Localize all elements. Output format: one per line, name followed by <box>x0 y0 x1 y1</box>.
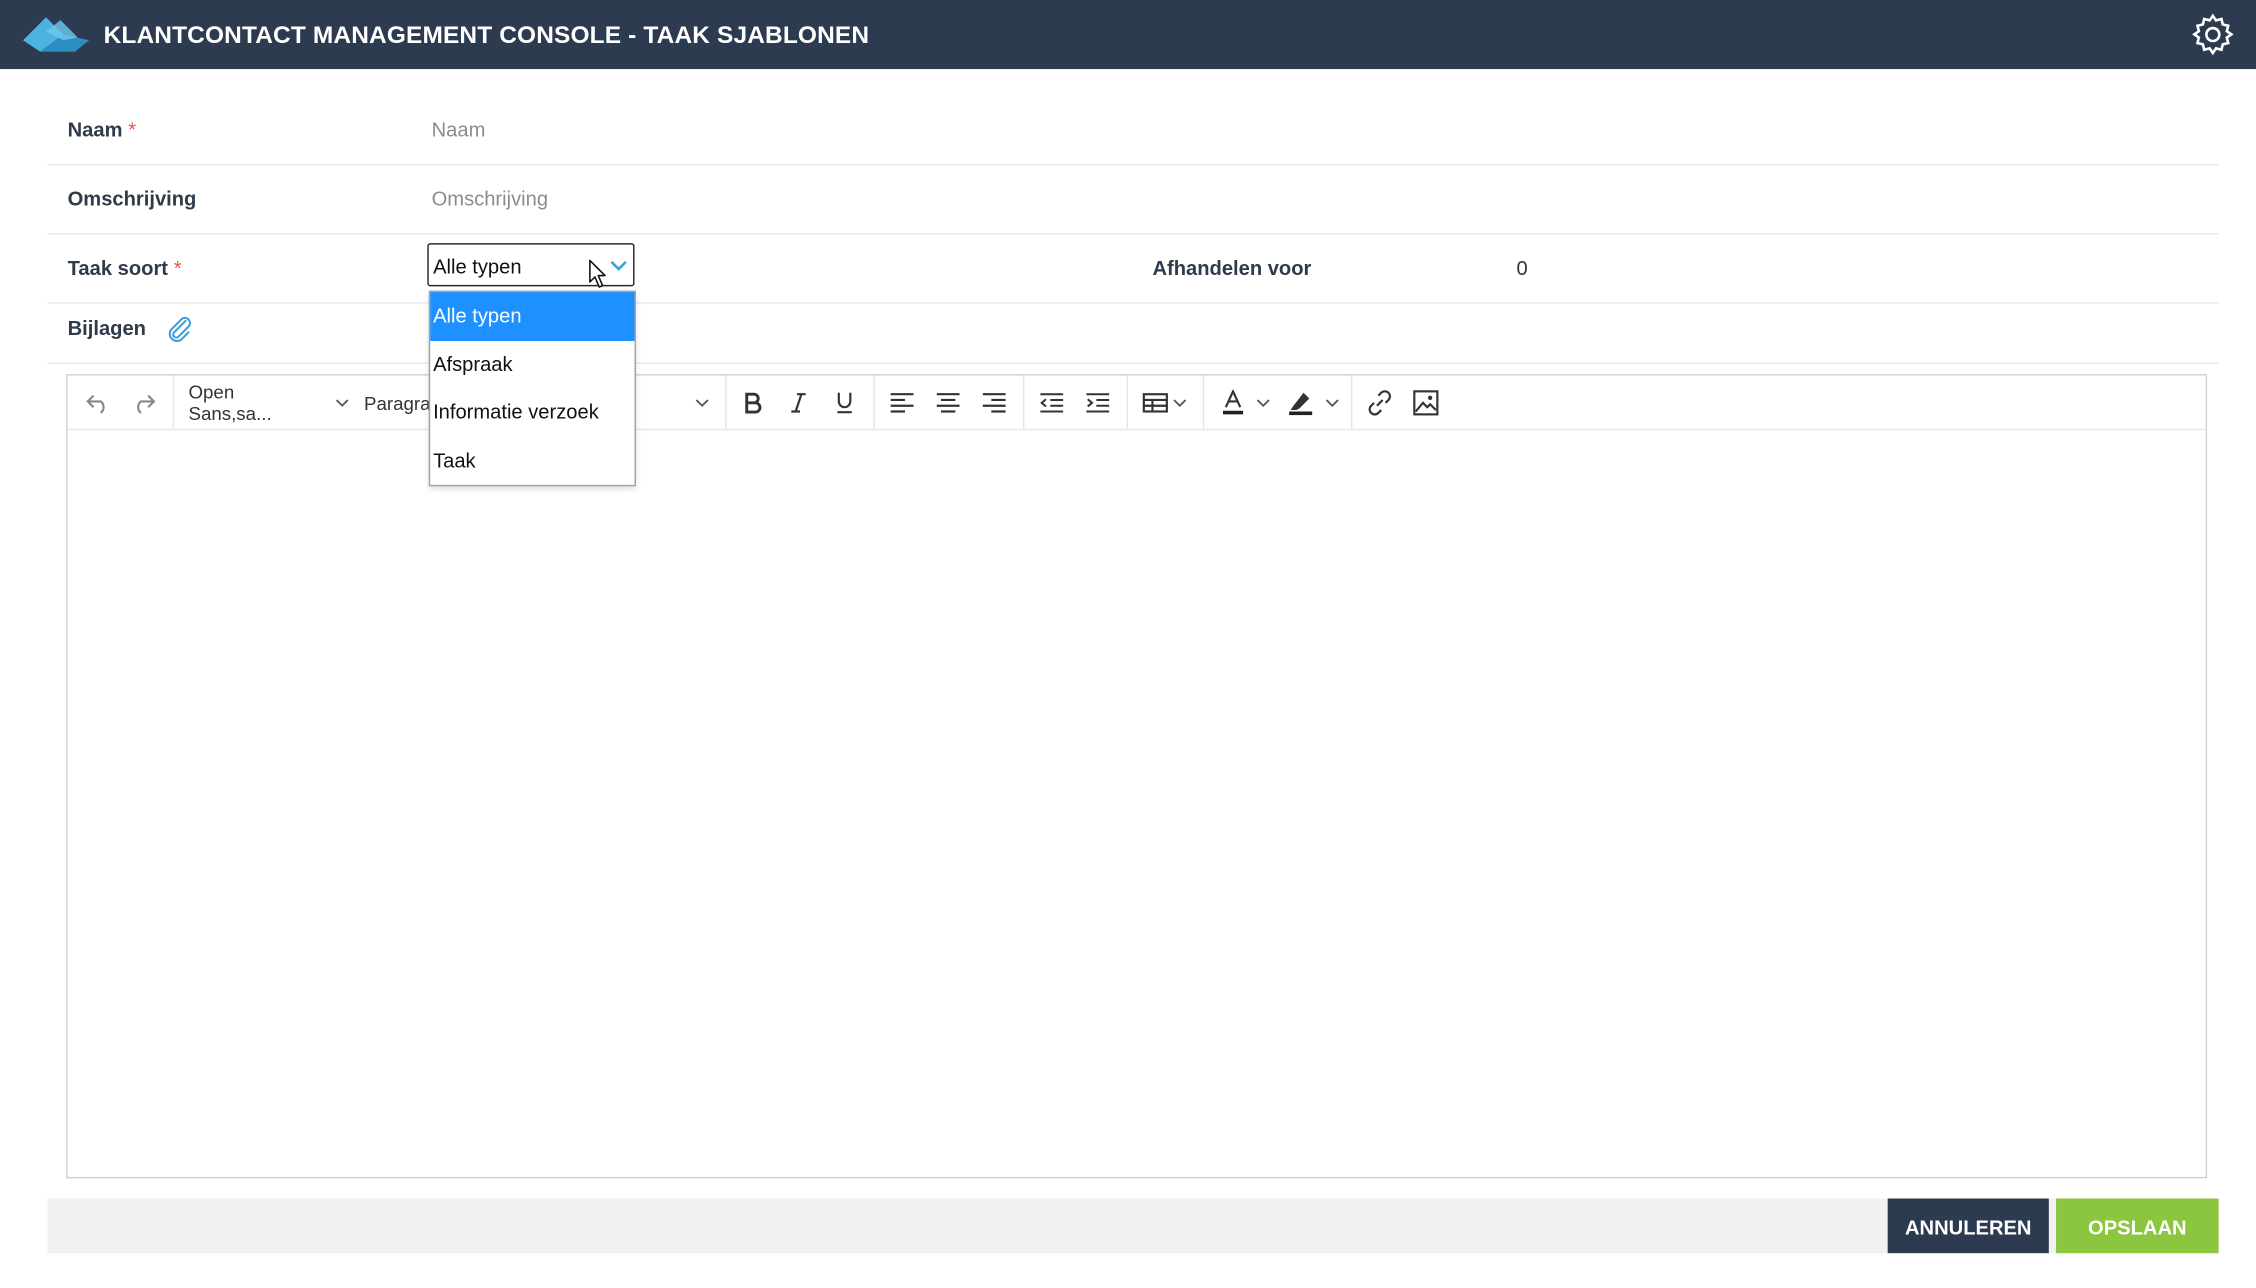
outdent-icon <box>1040 393 1064 413</box>
font-family-value: Open Sans,sa... <box>188 381 272 425</box>
indent-button[interactable] <box>1082 387 1114 419</box>
toolbar-separator <box>1351 375 1353 429</box>
chevron-down-icon <box>336 399 349 407</box>
bijlagen-row: Bijlagen <box>47 302 2219 365</box>
editor-toolbar: Open Sans,sa... Paragra <box>67 375 2206 431</box>
italic-button[interactable] <box>783 387 815 419</box>
text-color-button[interactable] <box>1217 387 1275 419</box>
undo-icon <box>86 394 105 414</box>
image-icon <box>1413 390 1439 416</box>
toolbar-separator <box>172 375 175 429</box>
highlight-icon <box>1289 392 1313 416</box>
outdent-button[interactable] <box>1036 387 1068 419</box>
rich-text-editor[interactable]: Open Sans,sa... Paragra <box>66 374 2208 1179</box>
table-icon <box>1142 393 1168 413</box>
bold-icon <box>745 392 762 414</box>
align-left-button[interactable] <box>886 387 918 419</box>
afhandelen-voor-label: Afhandelen voor <box>1152 256 1312 280</box>
toolbar-separator <box>1126 375 1129 429</box>
undo-button[interactable] <box>82 387 114 419</box>
bijlagen-label: Bijlagen <box>67 316 146 340</box>
omschrijving-label: Omschrijving <box>67 187 197 211</box>
italic-icon <box>791 393 806 413</box>
naam-label: Naam * <box>67 117 137 142</box>
align-left-icon <box>890 393 914 413</box>
indent-icon <box>1086 393 1110 413</box>
align-center-icon <box>936 393 960 413</box>
chevron-down-icon <box>610 260 627 271</box>
link-button[interactable] <box>1364 387 1396 419</box>
underline-icon <box>837 392 852 414</box>
save-button[interactable]: OPSLAAN <box>2056 1198 2219 1254</box>
cancel-button[interactable]: ANNULEREN <box>1887 1198 2049 1254</box>
taak-soort-dropdown: Alle typen Afspraak Informatie verzoek T… <box>428 290 636 487</box>
omschrijving-input[interactable] <box>431 185 2159 212</box>
link-icon <box>1368 390 1391 416</box>
app-header: KLANTCONTACT MANAGEMENT CONSOLE - TAAK S… <box>0 0 2256 70</box>
chevron-down-icon <box>1325 399 1339 408</box>
paperclip-icon[interactable] <box>165 315 194 344</box>
gear-icon[interactable] <box>2190 12 2236 58</box>
toolbar-separator <box>1202 375 1205 429</box>
chevron-down-icon <box>695 399 709 408</box>
bold-button[interactable] <box>737 387 769 419</box>
taak-soort-row: Taak soort * Afhandelen voor <box>47 233 2219 304</box>
toolbar-separator <box>725 375 727 429</box>
naam-input[interactable] <box>431 116 2159 143</box>
toolbar-separator <box>1022 375 1025 429</box>
align-center-button[interactable] <box>932 387 964 419</box>
naam-row: Naam * <box>47 95 2219 166</box>
align-right-icon <box>982 393 1006 413</box>
omschrijving-row: Omschrijving <box>47 164 2219 235</box>
redo-icon <box>137 394 156 414</box>
toolbar-separator <box>873 375 875 429</box>
afhandelen-voor-value[interactable]: 0 <box>1516 256 1527 279</box>
mouse-cursor-icon <box>589 259 606 288</box>
taak-soort-selected-value: Alle typen <box>433 254 522 278</box>
chevron-down-icon <box>1256 399 1270 408</box>
block-format-value: Paragra <box>364 392 431 414</box>
taak-soort-label: Taak soort * <box>67 256 182 280</box>
app-title: KLANTCONTACT MANAGEMENT CONSOLE - TAAK S… <box>103 21 870 49</box>
option-taak[interactable]: Taak <box>430 437 634 485</box>
underline-button[interactable] <box>829 387 861 419</box>
option-afspraak[interactable]: Afspraak <box>430 340 634 388</box>
highlight-button[interactable] <box>1283 387 1343 419</box>
image-button[interactable] <box>1410 387 1442 419</box>
option-informatie-verzoek[interactable]: Informatie verzoek <box>430 388 634 436</box>
text-color-icon <box>1222 389 1244 415</box>
required-marker: * <box>128 117 137 142</box>
editor-content-area[interactable] <box>68 429 2206 1177</box>
font-family-select[interactable]: Open Sans,sa... <box>188 381 349 424</box>
logo-icon <box>23 17 90 52</box>
align-right-button[interactable] <box>978 387 1010 419</box>
redo-button[interactable] <box>128 387 160 419</box>
required-marker: * <box>173 256 182 280</box>
option-alle-typen[interactable]: Alle typen <box>430 292 635 341</box>
table-button[interactable] <box>1138 387 1190 419</box>
chevron-down-icon <box>1172 399 1186 408</box>
